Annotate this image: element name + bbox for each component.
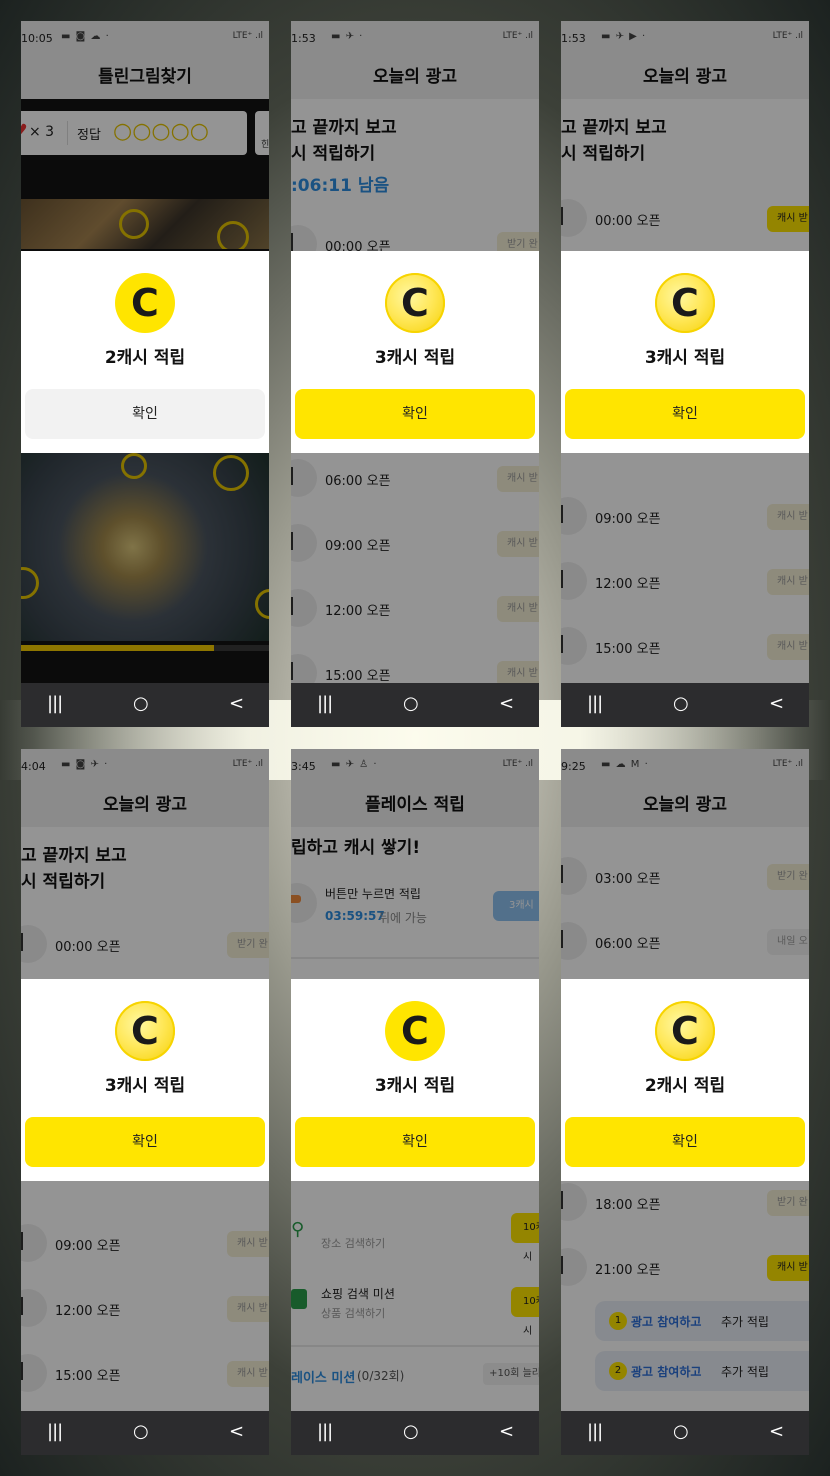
reward-dialog: C 2캐시 적립 확인 — [21, 251, 269, 453]
recent-apps-button[interactable]: ||| — [47, 1421, 63, 1442]
reward-dialog: C 3캐시 적립 확인 — [21, 979, 269, 1181]
confirm-button[interactable]: 확인 — [565, 1117, 805, 1167]
cash-coin-icon: C — [385, 1001, 445, 1061]
phone-screen-6: 9:25 ▬ ☁ M · LTE⁺ .ıl 오늘의 광고 03:00 오픈 받기… — [561, 749, 809, 1455]
confirm-button[interactable]: 확인 — [25, 1117, 265, 1167]
cash-coin-icon: C — [385, 273, 445, 333]
reward-dialog: C 3캐시 적립 확인 — [561, 251, 809, 453]
reward-dialog: C 3캐시 적립 확인 — [291, 251, 539, 453]
cash-coin-icon: C — [115, 1001, 175, 1061]
phone-screen-5: 3:45 ▬ ✈ ♙ · LTE⁺ .ıl 플레이스 적립 립하고 캐시 쌓기!… — [291, 749, 539, 1455]
confirm-button[interactable]: 확인 — [295, 389, 535, 439]
reward-dialog: C 3캐시 적립 확인 — [291, 979, 539, 1181]
phone-screen-3: 1:53 ▬ ✈ ▶ · LTE⁺ .ıl 오늘의 광고 고 끝까지 보고 시 … — [561, 21, 809, 727]
android-nav-bar: ||| ○ < — [21, 1411, 269, 1455]
android-nav-bar: ||| ○ < — [291, 1411, 539, 1455]
home-button[interactable]: ○ — [673, 693, 689, 714]
reward-title: 3캐시 적립 — [374, 1076, 456, 1096]
home-button[interactable]: ○ — [403, 1421, 419, 1442]
back-button[interactable]: < — [769, 1421, 784, 1442]
back-button[interactable]: < — [769, 693, 784, 714]
reward-dialog: C 2캐시 적립 확인 — [561, 979, 809, 1181]
reward-title: 3캐시 적립 — [644, 348, 726, 368]
reward-title: 2캐시 적립 — [644, 1076, 726, 1096]
cash-coin-icon: C — [655, 1001, 715, 1061]
recent-apps-button[interactable]: ||| — [317, 1421, 333, 1442]
recent-apps-button[interactable]: ||| — [587, 693, 603, 714]
reward-title: 3캐시 적립 — [374, 348, 456, 368]
home-button[interactable]: ○ — [673, 1421, 689, 1442]
back-button[interactable]: < — [499, 1421, 514, 1442]
cash-coin-icon: C — [655, 273, 715, 333]
android-nav-bar: ||| ○ < — [561, 683, 809, 727]
recent-apps-button[interactable]: ||| — [317, 693, 333, 714]
reward-title: 2캐시 적립 — [104, 348, 186, 368]
confirm-button[interactable]: 확인 — [25, 389, 265, 439]
android-nav-bar: ||| ○ < — [291, 683, 539, 727]
back-button[interactable]: < — [499, 693, 514, 714]
recent-apps-button[interactable]: ||| — [587, 1421, 603, 1442]
phone-screen-1: 10:05 ▬ ◙ ☁ · LTE⁺ .ıl 틀린그림찾기 ♥ × 3 정답 ○… — [21, 21, 269, 727]
home-button[interactable]: ○ — [403, 693, 419, 714]
home-button[interactable]: ○ — [133, 693, 149, 714]
confirm-button[interactable]: 확인 — [565, 389, 805, 439]
android-nav-bar: ||| ○ < — [561, 1411, 809, 1455]
recent-apps-button[interactable]: ||| — [47, 693, 63, 714]
phone-screen-4: 4:04 ▬ ◙ ✈ · LTE⁺ .ıl 오늘의 광고 고 끝까지 보고 시 … — [21, 749, 269, 1455]
android-nav-bar: ||| ○ < — [21, 683, 269, 727]
phone-screen-2: 1:53 ▬ ✈ · LTE⁺ .ıl 오늘의 광고 고 끝까지 보고 시 적립… — [291, 21, 539, 727]
confirm-button[interactable]: 확인 — [295, 1117, 535, 1167]
home-button[interactable]: ○ — [133, 1421, 149, 1442]
back-button[interactable]: < — [229, 693, 244, 714]
cash-coin-icon: C — [115, 273, 175, 333]
reward-title: 3캐시 적립 — [104, 1076, 186, 1096]
back-button[interactable]: < — [229, 1421, 244, 1442]
